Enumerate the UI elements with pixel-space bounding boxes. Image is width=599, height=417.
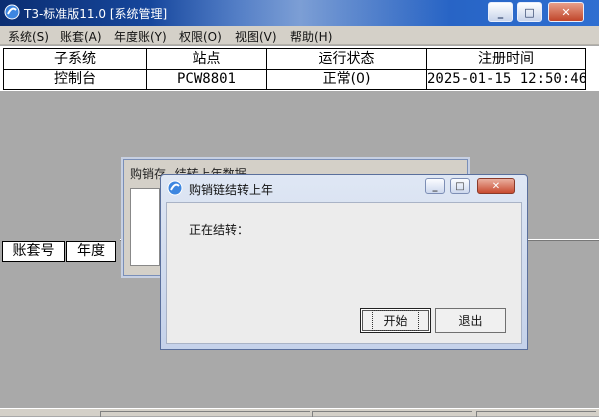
close-button[interactable]: ✕ <box>548 2 584 22</box>
status-segment <box>476 411 596 417</box>
status-segment <box>312 411 472 417</box>
window-title: T3-标准版11.0 [系统管理] <box>24 7 168 21</box>
carryover-status-label: 正在结转： <box>189 223 250 237</box>
table-cell-station[interactable]: PCW8801 <box>147 70 267 90</box>
start-button-label: 开始 <box>372 310 419 331</box>
carryover-dialog: 购销链结转上年 _ □ ✕ 正在结转： 开始 退出 <box>160 174 528 350</box>
table-cell-subsystem[interactable]: 控制台 <box>3 70 147 90</box>
app-logo-icon <box>4 4 20 20</box>
column-header-account-no[interactable]: 账套号 <box>2 241 65 262</box>
dialog-maximize-button[interactable]: □ <box>450 178 470 194</box>
menu-year-account[interactable]: 年度账(Y) <box>114 28 167 45</box>
minimize-button[interactable]: _ <box>488 2 513 22</box>
table-cell-login-time[interactable]: 2025-01-15 12:50:46 <box>427 70 586 90</box>
menu-bar: 系统(S) 账套(A) 年度账(Y) 权限(O) 视图(V) 帮助(H) <box>0 26 599 45</box>
dialog-title: 购销链结转上年 <box>189 183 274 197</box>
maximize-button[interactable]: □ <box>517 2 542 22</box>
column-header-year[interactable]: 年度 <box>66 241 116 262</box>
start-button[interactable]: 开始 <box>360 308 431 333</box>
dialog-minimize-button[interactable]: _ <box>425 178 445 194</box>
menu-help[interactable]: 帮助(H) <box>290 28 332 45</box>
menu-permissions[interactable]: 权限(O) <box>179 28 222 45</box>
title-bar-sheen <box>150 0 450 26</box>
exit-button[interactable]: 退出 <box>435 308 506 333</box>
dialog-close-button[interactable]: ✕ <box>477 178 515 194</box>
menu-account-set[interactable]: 账套(A) <box>60 28 102 45</box>
status-bar <box>0 408 599 417</box>
menu-view[interactable]: 视图(V) <box>235 28 277 45</box>
dialog-body: 正在结转： 开始 退出 <box>166 202 522 344</box>
subsystem-table: 子系统 站点 运行状态 注册时间 控制台 PCW8801 正常(0) 2025-… <box>0 46 599 91</box>
status-segment <box>100 411 310 417</box>
menu-system[interactable]: 系统(S) <box>8 28 49 45</box>
table-cell-status[interactable]: 正常(0) <box>267 70 427 90</box>
carryover-data-panel <box>130 188 160 266</box>
main-title-bar: T3-标准版11.0 [系统管理] _ □ ✕ <box>0 0 599 26</box>
column-header-subsystem[interactable]: 子系统 <box>3 48 147 70</box>
column-header-login-time[interactable]: 注册时间 <box>427 48 586 70</box>
dialog-app-icon <box>167 180 183 196</box>
column-header-station[interactable]: 站点 <box>147 48 267 70</box>
column-header-status[interactable]: 运行状态 <box>267 48 427 70</box>
